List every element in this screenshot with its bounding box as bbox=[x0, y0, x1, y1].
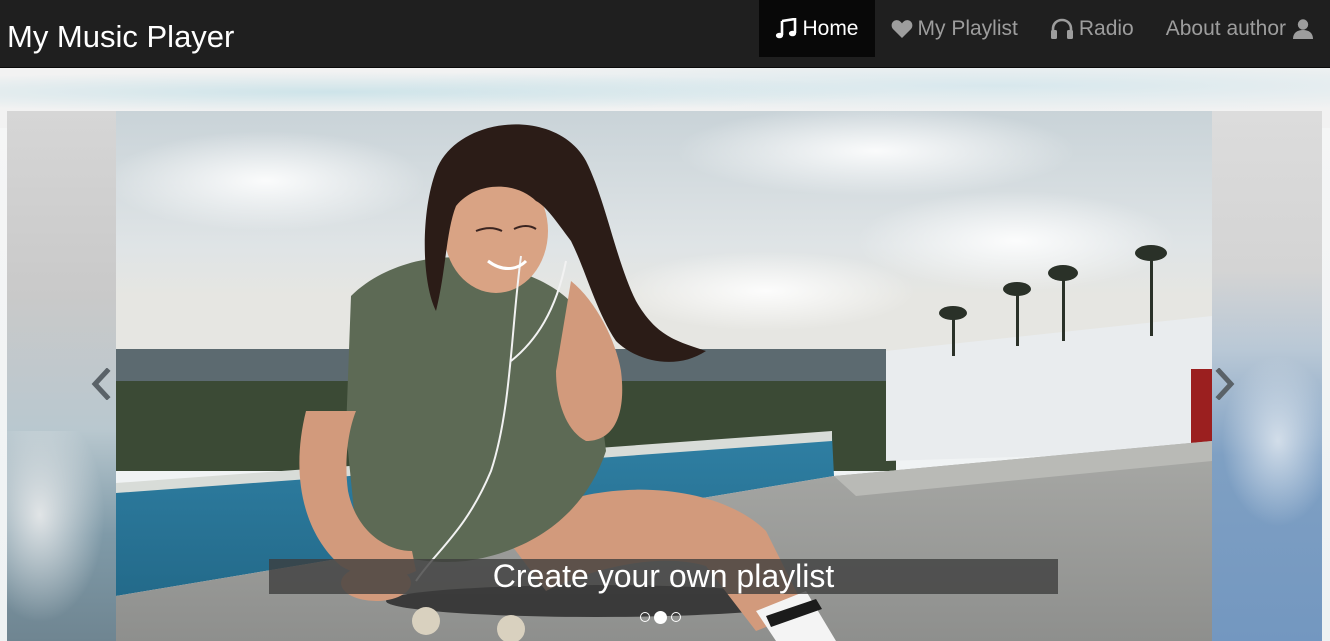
nav-item-radio[interactable]: Radio bbox=[1034, 0, 1150, 57]
chevron-left-icon bbox=[90, 366, 112, 405]
carousel-next-button[interactable] bbox=[1210, 366, 1240, 405]
carousel-prev-button[interactable] bbox=[86, 366, 116, 405]
main-nav: Home My Playlist Radio About author bbox=[759, 0, 1330, 57]
brand-title[interactable]: My Music Player bbox=[7, 18, 234, 56]
carousel-indicator-3[interactable] bbox=[671, 612, 681, 622]
nav-label-my-playlist: My Playlist bbox=[917, 16, 1018, 40]
nav-label-home: Home bbox=[802, 16, 859, 40]
carousel-indicators bbox=[640, 610, 681, 624]
nav-label-about-author: About author bbox=[1165, 16, 1286, 40]
heart-icon bbox=[891, 19, 913, 39]
carousel-indicator-2[interactable] bbox=[654, 610, 667, 624]
slide-caption: Create your own playlist bbox=[269, 559, 1058, 594]
headphones-icon bbox=[1050, 18, 1074, 40]
chevron-right-icon bbox=[1214, 366, 1236, 405]
nav-label-radio: Radio bbox=[1078, 16, 1134, 40]
user-icon bbox=[1292, 18, 1314, 40]
nav-item-home[interactable]: Home bbox=[759, 0, 875, 57]
top-navbar: My Music Player Home My Playlist Radio A… bbox=[0, 0, 1330, 68]
carousel: Create your own playlist bbox=[0, 68, 1330, 641]
carousel-indicator-1[interactable] bbox=[640, 612, 650, 622]
music-note-icon bbox=[775, 17, 797, 40]
nav-item-about-author[interactable]: About author bbox=[1150, 0, 1330, 57]
nav-item-my-playlist[interactable]: My Playlist bbox=[875, 0, 1034, 57]
